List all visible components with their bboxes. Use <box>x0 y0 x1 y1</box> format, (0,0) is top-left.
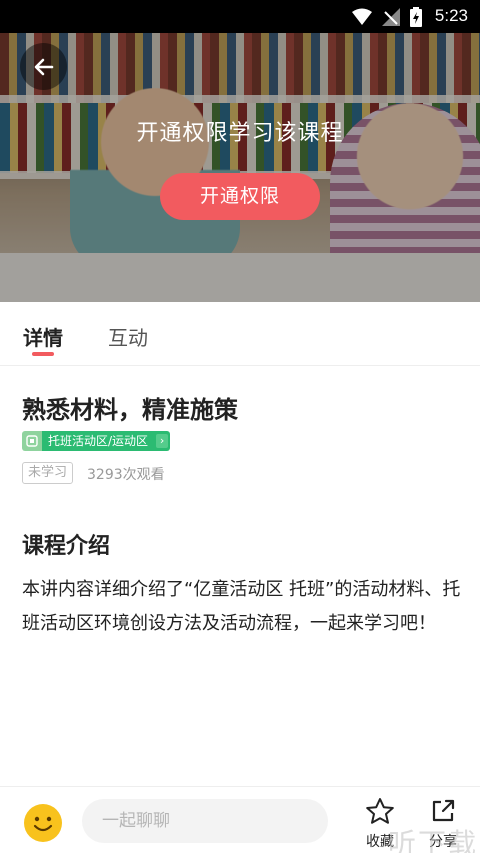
course-cover <box>0 33 480 302</box>
back-button[interactable] <box>20 43 67 90</box>
category-tag-label: 托班活动区/运动区 <box>42 431 155 451</box>
star-icon <box>366 798 394 824</box>
status-bar: 5:23 <box>0 0 480 33</box>
back-arrow-icon <box>34 58 53 75</box>
wifi-icon <box>352 8 372 25</box>
unlock-prompt-title: 开通权限学习该课程 <box>136 121 344 146</box>
chat-input[interactable] <box>82 799 328 843</box>
emoji-button[interactable] <box>24 804 62 842</box>
status-time: 5:23 <box>434 6 468 25</box>
tab-details[interactable]: 详情 <box>23 322 63 351</box>
view-count: 3293次观看 <box>87 467 165 483</box>
cover-overlay <box>0 33 480 302</box>
status-icons <box>352 7 422 27</box>
active-tab-indicator <box>32 352 54 356</box>
intro-heading: 课程介绍 <box>22 534 111 559</box>
chevron-right-icon: › <box>154 431 171 451</box>
tag-icon <box>22 431 42 451</box>
intro-body: 本讲内容详细介绍了“亿童活动区 托班”的活动材料、托班活动区环境创设方法及活动流… <box>22 579 461 634</box>
tab-interaction[interactable]: 互动 <box>108 322 148 351</box>
unlock-access-button[interactable]: 开通权限 <box>160 173 320 220</box>
battery-icon <box>410 7 422 27</box>
emoji-icon <box>33 816 53 832</box>
course-title: 熟悉材料，精准施策 <box>22 396 238 424</box>
share-icon <box>432 799 455 822</box>
tab-bar: 详情 互动 <box>0 302 480 366</box>
category-tag[interactable]: 托班活动区/运动区 › <box>22 431 171 451</box>
watermark-logo: 听下载 <box>387 827 478 853</box>
learning-status-badge: 未学习 <box>22 462 74 484</box>
signal-icon <box>382 8 400 26</box>
